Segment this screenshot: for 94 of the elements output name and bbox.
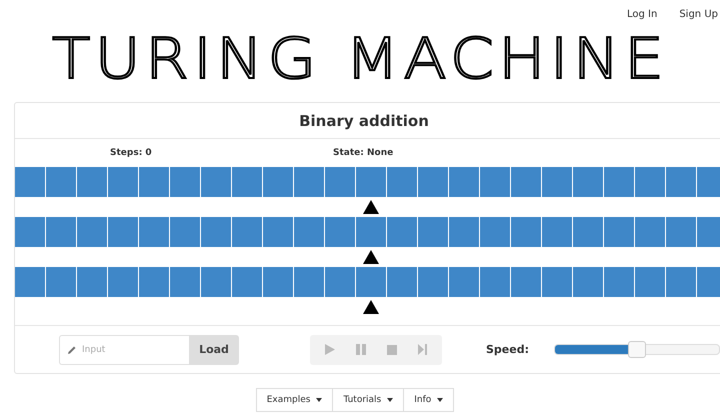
tape-cell — [418, 167, 448, 197]
tape-cell — [15, 167, 45, 197]
tape-cell — [604, 217, 634, 247]
state-label: State: None — [333, 148, 394, 158]
tape-cell — [201, 217, 231, 247]
tape-cell — [635, 217, 665, 247]
tape-cell — [108, 217, 138, 247]
tape-cell — [325, 167, 355, 197]
tape-cell — [263, 217, 293, 247]
tape-cell — [325, 267, 355, 297]
tape-cell — [356, 267, 386, 297]
tape-cell — [232, 267, 262, 297]
tape-cell — [511, 217, 541, 247]
play-icon — [324, 344, 334, 355]
tape-cell — [635, 267, 665, 297]
tape-cell — [294, 267, 324, 297]
machine-title: Binary addition — [299, 112, 429, 130]
tape-cell — [604, 267, 634, 297]
tape-cell — [542, 267, 572, 297]
tape-cell — [201, 167, 231, 197]
speed-slider[interactable] — [554, 344, 720, 355]
caret-icon — [437, 398, 444, 402]
dropdown-button[interactable]: Examples — [256, 388, 334, 412]
input-field[interactable]: Input — [59, 334, 189, 364]
stop-icon — [386, 344, 396, 354]
tape-cell — [449, 217, 479, 247]
tape-head-icon — [363, 300, 379, 314]
tape-cell — [604, 167, 634, 197]
tape-cell — [46, 167, 76, 197]
tape-cell — [480, 267, 510, 297]
tape-head-icon — [363, 200, 379, 214]
tape-cell — [573, 267, 603, 297]
nav-link[interactable]: Sign Up — [679, 9, 718, 30]
caret-icon — [316, 398, 322, 402]
tape-cell — [666, 267, 696, 297]
tape-cell — [15, 267, 45, 297]
dropdown-button[interactable]: Info — [404, 388, 454, 412]
tape-cell — [418, 267, 448, 297]
tape-cell — [635, 167, 665, 197]
tape-cell — [201, 267, 231, 297]
tape-cell — [356, 217, 386, 247]
load-button[interactable]: Load — [189, 334, 239, 364]
tape-cell — [294, 167, 324, 197]
tape-cell — [139, 167, 169, 197]
tape-cell — [387, 267, 417, 297]
tape-cell — [573, 217, 603, 247]
tape-cell — [108, 167, 138, 197]
nav-link[interactable]: Log In — [627, 9, 658, 30]
tape-cell — [232, 217, 262, 247]
tape-cell — [418, 217, 448, 247]
tape-cell — [697, 217, 720, 247]
tape-head-icon — [363, 250, 379, 264]
step-forward-icon — [418, 344, 427, 355]
logo: TURING MACHINE — [52, 30, 668, 90]
tape-cell — [170, 217, 200, 247]
tape-cell — [108, 267, 138, 297]
tape-cell — [294, 217, 324, 247]
tape-cell — [356, 167, 386, 197]
tape-cell — [170, 267, 200, 297]
tape-cell — [46, 217, 76, 247]
tape-cell — [77, 167, 107, 197]
tape-cell — [542, 217, 572, 247]
dropdown-button[interactable]: Tutorials — [333, 388, 404, 412]
tape-cell — [666, 217, 696, 247]
tape-cell — [449, 167, 479, 197]
tape-cell — [480, 217, 510, 247]
pencil-icon — [68, 346, 76, 354]
pause-icon — [356, 344, 366, 355]
tape-cell — [139, 267, 169, 297]
tape-cell — [480, 167, 510, 197]
speed-label: Speed: — [486, 343, 529, 356]
tape-cell — [387, 217, 417, 247]
steps-counter: Steps: 0 — [110, 148, 152, 158]
tape-cell — [46, 267, 76, 297]
tape-cell — [697, 167, 720, 197]
tape-cell — [77, 217, 107, 247]
tape-cell — [697, 267, 720, 297]
tape-cell — [511, 167, 541, 197]
slider-thumb[interactable] — [628, 341, 646, 358]
tape-cell — [263, 167, 293, 197]
caret-icon — [387, 398, 394, 402]
tape-cell — [573, 167, 603, 197]
tape-cell — [511, 267, 541, 297]
tape-cell — [542, 167, 572, 197]
tape-cell — [232, 167, 262, 197]
tape-cell — [666, 167, 696, 197]
tape-cell — [449, 267, 479, 297]
tape-cell — [15, 217, 45, 247]
tape-cell — [325, 217, 355, 247]
tape-cell — [139, 217, 169, 247]
tape-cell — [77, 267, 107, 297]
tape-cell — [170, 167, 200, 197]
tape-cell — [263, 267, 293, 297]
tape-cell — [387, 167, 417, 197]
